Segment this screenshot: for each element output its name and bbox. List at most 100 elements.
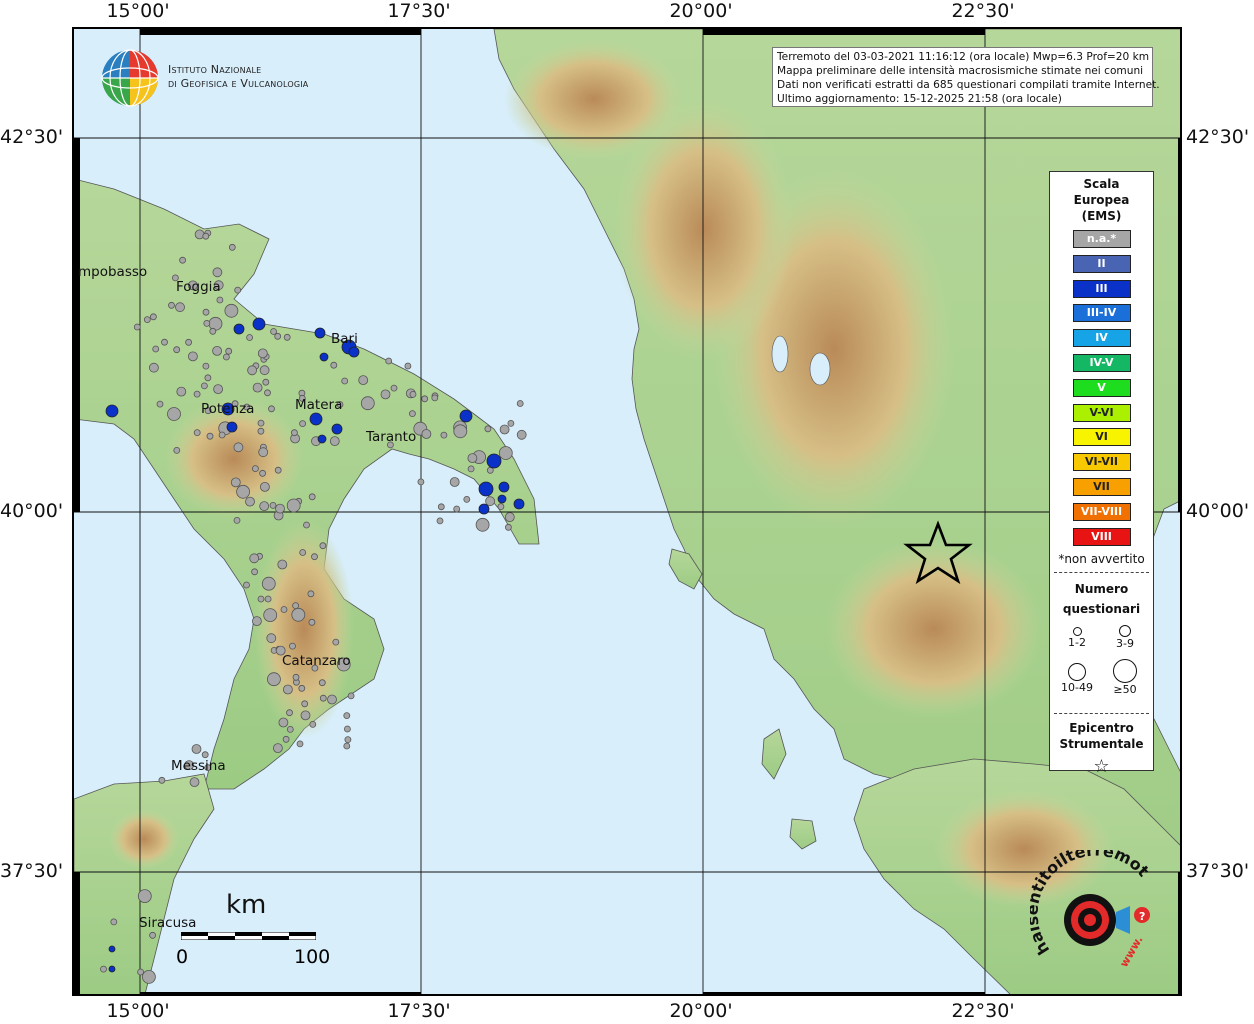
point-na[interactable] — [189, 777, 200, 787]
point-na[interactable] — [264, 595, 272, 603]
point-na[interactable] — [270, 328, 278, 335]
point-na[interactable] — [431, 394, 439, 402]
point-na[interactable] — [257, 348, 268, 359]
point-na[interactable] — [292, 602, 300, 609]
point-na[interactable] — [230, 477, 241, 488]
point-na[interactable] — [282, 684, 293, 695]
point-iii[interactable] — [108, 945, 116, 953]
point-na[interactable] — [289, 642, 296, 650]
point-na[interactable] — [421, 395, 429, 403]
point-na[interactable] — [269, 501, 277, 509]
point-na[interactable] — [300, 710, 311, 721]
point-na[interactable] — [257, 419, 265, 427]
point-na[interactable] — [408, 410, 416, 418]
point-na[interactable] — [173, 346, 181, 354]
point-na[interactable] — [499, 424, 510, 435]
haisentito-badge[interactable]: haisentitoilterremoto.it ? www. — [1022, 835, 1170, 980]
point-na[interactable] — [437, 503, 445, 511]
point-na[interactable] — [301, 700, 309, 708]
point-na[interactable] — [296, 740, 304, 748]
point-na[interactable] — [158, 776, 166, 784]
point-iii[interactable] — [486, 453, 502, 469]
point-na[interactable] — [218, 431, 226, 439]
point-na[interactable] — [137, 889, 152, 903]
point-na[interactable] — [299, 420, 307, 428]
point-na[interactable] — [252, 382, 263, 393]
point-iii[interactable] — [252, 317, 266, 331]
point-na[interactable] — [329, 436, 340, 447]
point-iii[interactable] — [319, 352, 329, 362]
point-na[interactable] — [485, 496, 496, 507]
point-na[interactable] — [266, 633, 277, 644]
point-na[interactable] — [258, 447, 269, 458]
point-na[interactable] — [449, 477, 460, 487]
point-iii[interactable] — [309, 412, 323, 426]
point-na[interactable] — [185, 338, 192, 346]
point-na[interactable] — [233, 442, 244, 453]
point-na[interactable] — [409, 390, 417, 398]
point-na[interactable] — [259, 501, 270, 512]
point-na[interactable] — [319, 694, 327, 702]
point-na[interactable] — [504, 523, 512, 531]
point-iii[interactable] — [459, 409, 473, 423]
point-iii[interactable] — [331, 423, 343, 435]
point-na[interactable] — [247, 365, 258, 376]
point-na[interactable] — [298, 684, 306, 692]
point-iii[interactable] — [226, 421, 238, 433]
point-iii[interactable] — [233, 323, 245, 335]
point-na[interactable] — [330, 361, 338, 369]
point-na[interactable] — [167, 407, 181, 421]
point-na[interactable] — [133, 323, 141, 331]
point-na[interactable] — [299, 549, 307, 556]
point-na[interactable] — [206, 432, 214, 440]
point-na[interactable] — [212, 345, 223, 356]
point-na[interactable] — [343, 725, 351, 733]
point-na[interactable] — [259, 365, 270, 376]
point-na[interactable] — [497, 503, 505, 511]
point-na[interactable] — [202, 362, 210, 370]
map-area[interactable] — [72, 27, 1182, 996]
point-na[interactable] — [203, 319, 211, 327]
point-iii[interactable] — [498, 481, 510, 493]
point-iii[interactable] — [105, 404, 119, 418]
point-na[interactable] — [380, 389, 391, 400]
point-na[interactable] — [507, 419, 515, 427]
point-na[interactable] — [347, 692, 355, 700]
point-na[interactable] — [516, 400, 524, 407]
point-na[interactable] — [390, 384, 398, 392]
point-na[interactable] — [193, 429, 201, 437]
point-na[interactable] — [283, 333, 291, 341]
point-na[interactable] — [143, 316, 151, 324]
point-na[interactable] — [188, 351, 198, 362]
point-na[interactable] — [307, 590, 315, 598]
point-na[interactable] — [516, 429, 527, 440]
point-na[interactable] — [236, 484, 251, 499]
point-na[interactable] — [421, 429, 432, 439]
point-na[interactable] — [498, 446, 513, 460]
point-na[interactable] — [275, 503, 285, 514]
point-na[interactable] — [222, 353, 230, 361]
point-na[interactable] — [233, 516, 241, 524]
point-na[interactable] — [504, 512, 515, 523]
point-na[interactable] — [453, 505, 461, 513]
point-na[interactable] — [251, 568, 259, 576]
point-na[interactable] — [179, 256, 186, 264]
point-na[interactable] — [475, 517, 490, 532]
point-na[interactable] — [246, 334, 254, 341]
point-na[interactable] — [311, 553, 318, 561]
point-na[interactable] — [191, 744, 202, 754]
point-na[interactable] — [286, 498, 301, 513]
point-na[interactable] — [463, 495, 471, 503]
point-iii[interactable] — [513, 498, 525, 510]
point-na[interactable] — [278, 717, 289, 728]
point-na[interactable] — [202, 308, 210, 316]
point-na[interactable] — [224, 303, 239, 318]
point-na[interactable] — [280, 606, 288, 613]
point-na[interactable] — [216, 296, 224, 304]
point-na[interactable] — [319, 542, 327, 550]
point-na[interactable] — [332, 638, 340, 646]
point-iii[interactable] — [478, 503, 490, 515]
point-na[interactable] — [291, 607, 306, 622]
point-na[interactable] — [201, 751, 209, 759]
point-na[interactable] — [272, 743, 283, 753]
